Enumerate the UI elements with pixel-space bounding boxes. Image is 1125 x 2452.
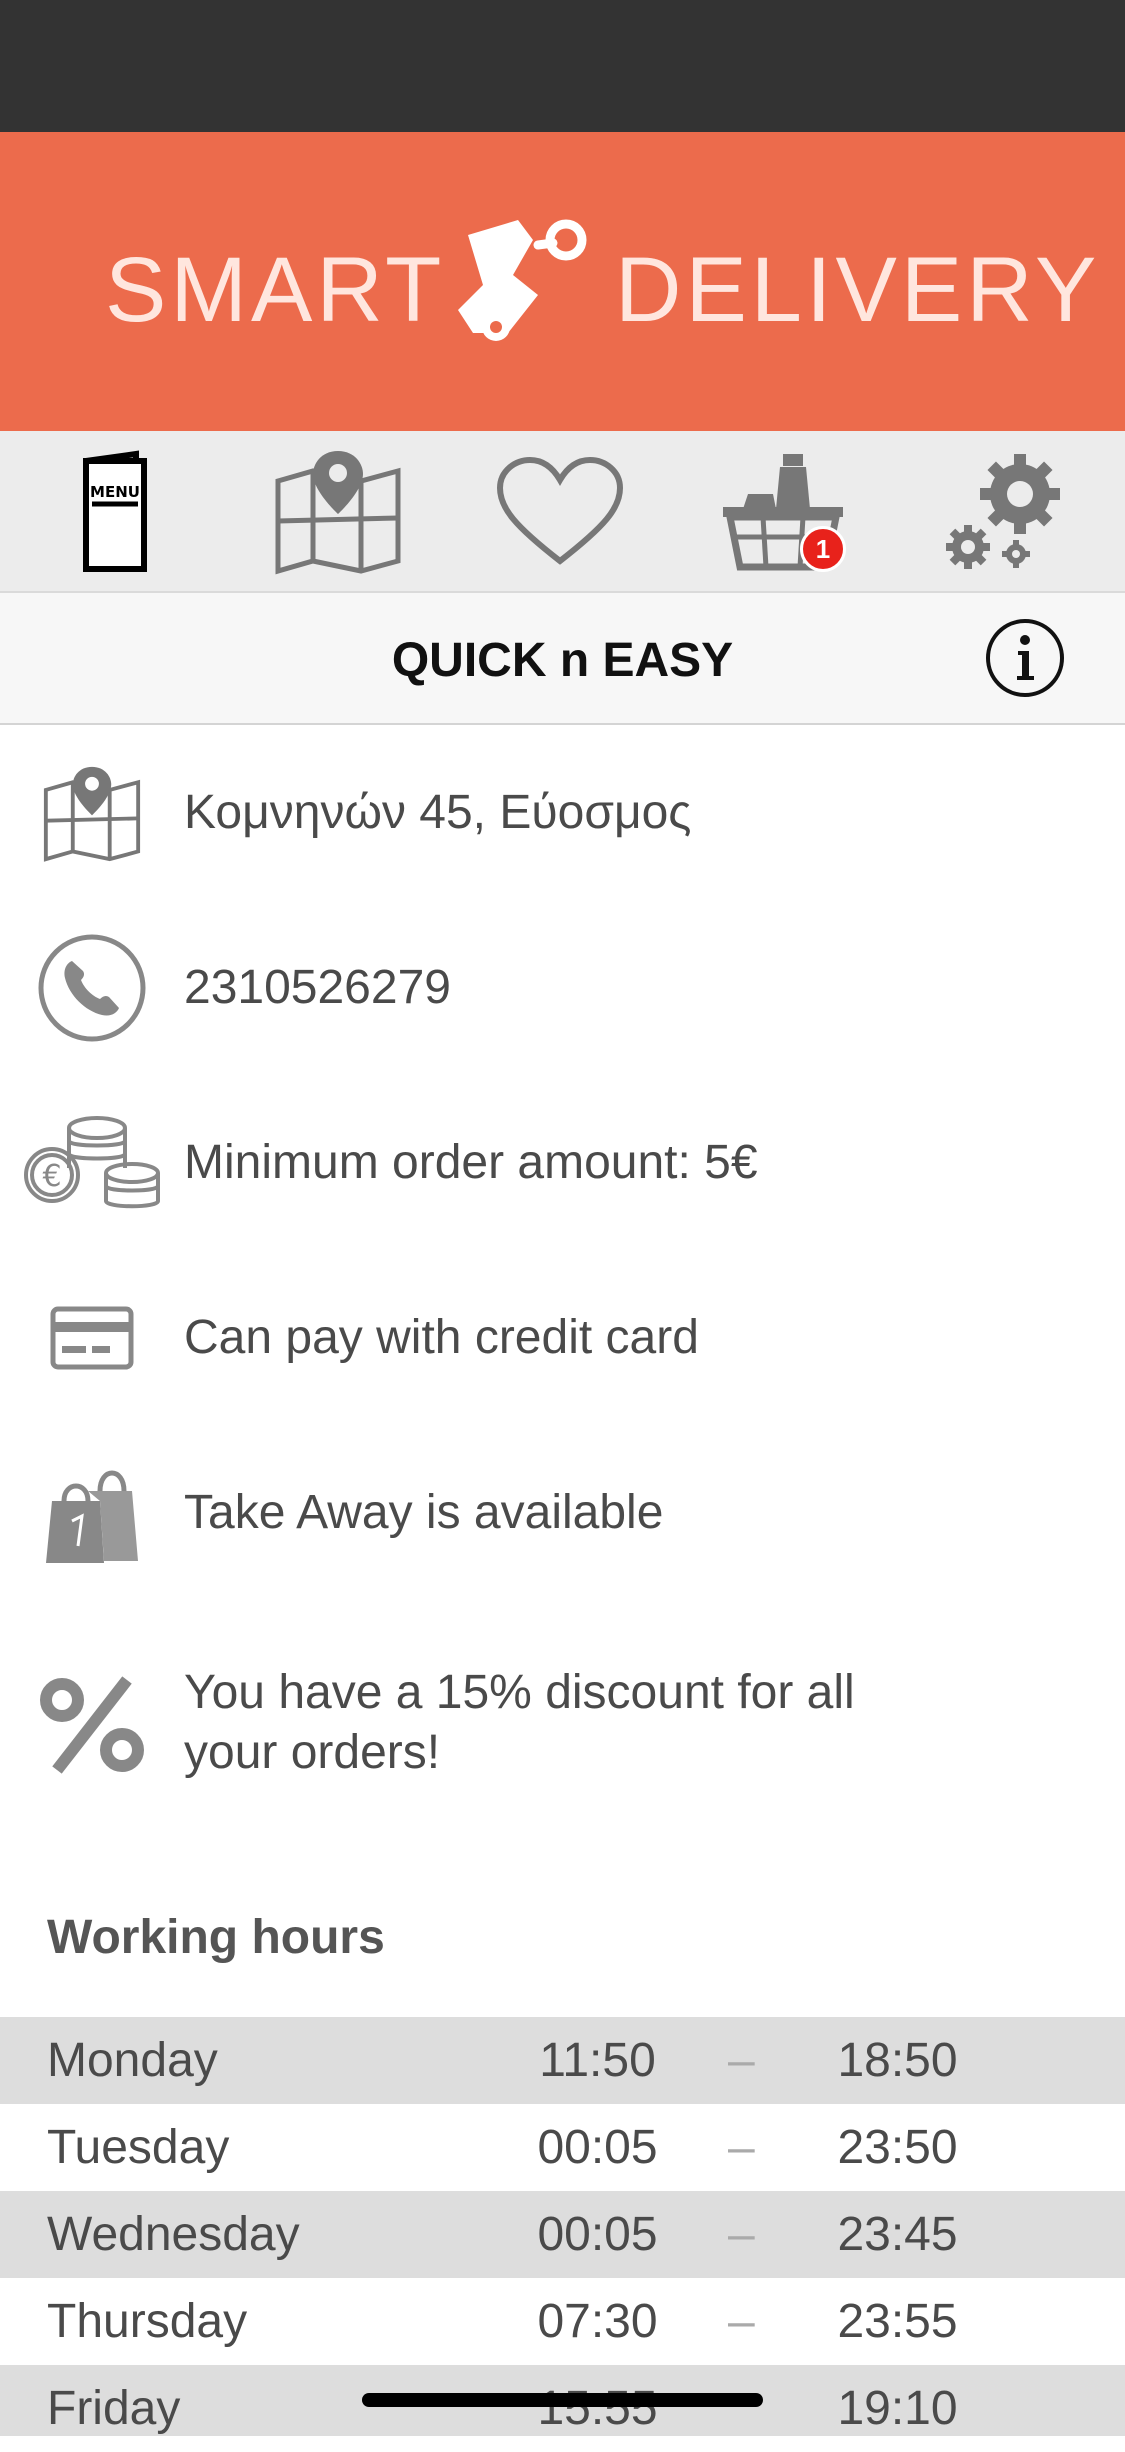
toolbar: MENU 1 (0, 431, 1125, 593)
working-hours-title: Working hours (47, 1911, 385, 1964)
phone-text[interactable]: 2310526279 (184, 958, 451, 1018)
hours-open: 15:55 (537, 2382, 658, 2435)
cart-badge: 1 (800, 526, 846, 572)
phone-row[interactable]: 2310526279 (0, 928, 1125, 1048)
hours-close: 23:55 (837, 2295, 958, 2348)
map-pin-icon (275, 451, 400, 575)
min-order-icon-wrap: € (22, 1103, 162, 1223)
map-button[interactable] (225, 441, 450, 581)
credit-card-row: Can pay with credit card (0, 1278, 1125, 1398)
hours-row-tuesday: Tuesday 00:05 – 23:50 (0, 2104, 1125, 2191)
hours-row-monday: Monday 11:50 – 18:50 (0, 2017, 1125, 2104)
hours-open: 00:05 (537, 2121, 658, 2174)
address-icon-wrap (22, 753, 162, 873)
hours-open: 11:50 (539, 2034, 656, 2087)
hours-day: Monday (47, 2034, 218, 2087)
hours-dash: – (728, 2121, 755, 2174)
info-icon[interactable] (985, 618, 1065, 698)
store-title: QUICK n EASY (391, 634, 734, 687)
hours-close: 23:45 (837, 2208, 958, 2261)
menu-button[interactable]: MENU (2, 441, 227, 581)
hours-day: Thursday (47, 2295, 248, 2348)
scooter-logo-icon (458, 219, 587, 341)
address-row: Κομνηνών 45, Εύοσμος (0, 753, 1125, 873)
hours-day: Wednesday (47, 2208, 300, 2261)
brand-word-smart: SMART (105, 239, 446, 341)
hours-dash: – (728, 2034, 755, 2087)
gears-icon (946, 453, 1060, 569)
discount-text: You have a 15% discount for all your ord… (184, 1666, 855, 1779)
phone-icon-wrap (22, 928, 162, 1048)
hours-close: 18:50 (837, 2034, 958, 2087)
credit-card-text: Can pay with credit card (184, 1311, 699, 1364)
shopping-bags-icon (46, 1470, 138, 1563)
heart-icon (496, 456, 623, 565)
take-away-icon-wrap (22, 1453, 162, 1573)
settings-button[interactable] (893, 441, 1118, 581)
hours-dash: – (728, 2208, 755, 2261)
cart-button[interactable]: 1 (670, 441, 895, 581)
hours-row-thursday: Thursday 07:30 – 23:55 (0, 2278, 1125, 2365)
min-order-row: € Minimum order amount: 5€ (0, 1103, 1125, 1223)
take-away-row: Take Away is available (0, 1453, 1125, 1573)
min-order-text: Minimum order amount: 5€ (184, 1136, 758, 1189)
discount-row: You have a 15% discount for all your ord… (0, 1660, 1125, 1790)
credit-card-icon-wrap (22, 1278, 162, 1398)
hours-row-wednesday: Wednesday 00:05 – 23:45 (0, 2191, 1125, 2278)
address-text: Κομνηνών 45, Εύοσμος (184, 786, 692, 839)
hours-open: 00:05 (537, 2208, 658, 2261)
phone-icon (38, 934, 146, 1042)
brand-word-delivery: DELIVERY (615, 239, 1101, 341)
hours-open: 07:30 (537, 2295, 658, 2348)
discount-icon-wrap (22, 1660, 162, 1790)
menu-icon-label: MENU (90, 483, 140, 501)
credit-card-icon (50, 1306, 134, 1370)
menu-card-icon: MENU (82, 450, 147, 572)
status-bar (0, 0, 1125, 132)
favorites-button[interactable] (447, 441, 672, 581)
percent-icon (40, 1676, 144, 1774)
brand-header: SMART DELIVERY (0, 132, 1125, 431)
map-pin-icon (43, 766, 141, 862)
svg-text:€: € (42, 1159, 61, 1194)
store-title-bar: QUICK n EASY (0, 593, 1125, 725)
home-indicator[interactable] (362, 2393, 763, 2407)
hours-dash: – (728, 2295, 755, 2348)
take-away-text: Take Away is available (184, 1486, 664, 1539)
hours-close: 19:10 (837, 2382, 958, 2435)
hours-day: Friday (47, 2382, 181, 2435)
euro-coins-icon: € (24, 1116, 160, 1209)
hours-day: Tuesday (47, 2121, 230, 2174)
hours-close: 23:50 (837, 2121, 958, 2174)
